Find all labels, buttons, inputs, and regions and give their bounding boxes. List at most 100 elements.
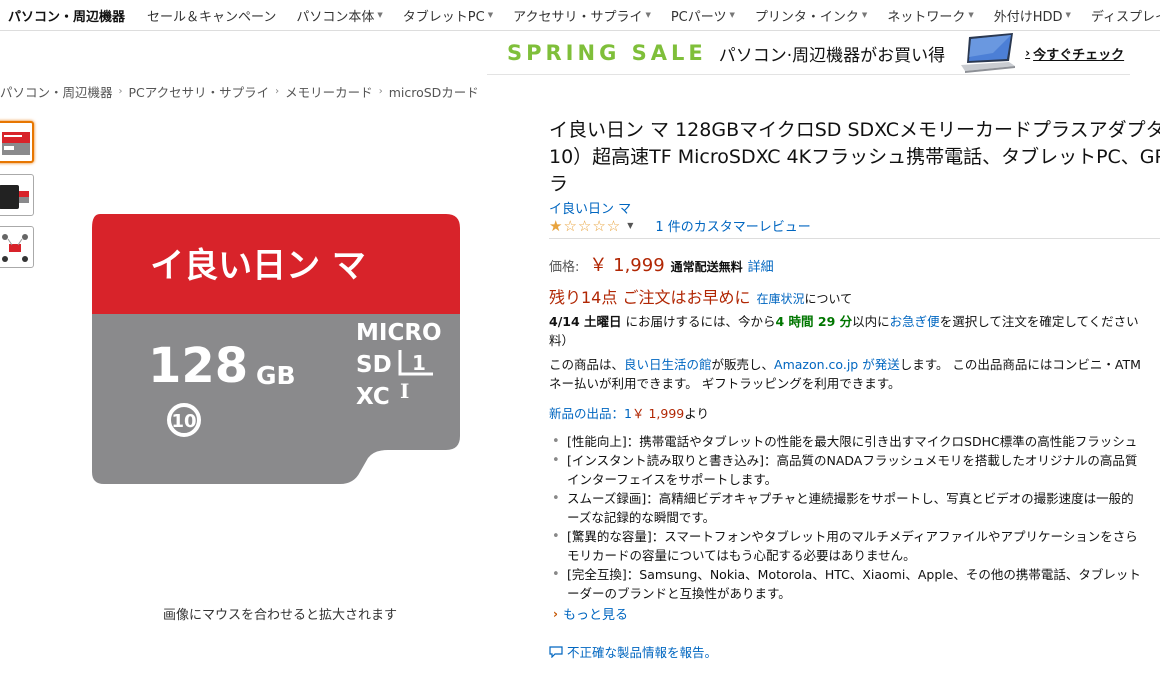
feature-bullet: スムーズ録画]：高精細ビデオキャプチャと連続撮影をサポートし、写真とビデオの撮影… [549, 489, 1160, 527]
chevron-right-icon: › [553, 606, 558, 621]
caret-down-icon: ▼ [487, 11, 494, 19]
feature-bullets: [性能向上]：携帯電話やタブレットの性能を最大限に引き出すマイクロSDHC標準の… [549, 432, 1160, 603]
nav-item-sale[interactable]: セール＆キャンペーン [147, 6, 276, 25]
nav-item-label: PCパーツ [670, 9, 727, 25]
seller-link[interactable]: 良い日生活の館 [624, 357, 712, 372]
breadcrumb-item-accessories[interactable]: PCアクセサリ・サプライ [129, 82, 270, 101]
check-now-link[interactable]: › 今すぐチェック [1025, 44, 1124, 63]
caret-down-icon[interactable]: ▼ [627, 221, 633, 230]
nav-item-pc-peripherals[interactable]: パソコン・周辺機器 [8, 6, 125, 25]
card-brand-text: イ良い日ン マ [150, 246, 366, 286]
delivery-line-2: 料） [549, 333, 575, 348]
card-capacity-text: 128 [148, 338, 248, 394]
stock-text: 残り14点 ご注文はお早めに [549, 288, 751, 307]
stock-tail: について [804, 292, 853, 306]
thumbnail-1[interactable] [0, 121, 34, 163]
see-more-link[interactable]: › もっと見る [553, 604, 628, 624]
caret-down-icon: ▼ [861, 11, 868, 19]
seller-line-1: この商品は、良い日生活の館が販売し、Amazon.co.jp が発送します。 こ… [549, 355, 1160, 374]
card-micro-text: MICRO [356, 320, 442, 346]
price-label: 価格: [549, 260, 580, 275]
seller-text: します。 この出品商品にはコンビニ・ATM [899, 357, 1141, 372]
feature-bullet: [完全互換]：Samsung、Nokia、Motorola、HTC、Xiaomi… [549, 565, 1160, 603]
title-line: 10）超高速TF MicroSDXC 4Kフラッシュ携帯電話、タブレットPC、G… [549, 146, 1160, 168]
nav-item-pc-body[interactable]: パソコン本体 ▼ [296, 6, 382, 25]
breadcrumb: パソコン・周辺機器 › PCアクセサリ・サプライ › メモリーカード › mic… [0, 82, 479, 101]
breadcrumb-item-microsd[interactable]: microSDカード [389, 82, 479, 101]
sale-subtitle: パソコン·周辺機器がお買い得 [718, 45, 946, 66]
spring-sale-banner[interactable]: SPRING SALE パソコン·周辺機器がお買い得 › 今すぐチェック [487, 32, 1130, 75]
brand-link[interactable]: イ良い日ン マ [549, 198, 631, 217]
caret-down-icon: ▼ [968, 11, 974, 19]
review-count-link[interactable]: 1 件のカスタマーレビュー [655, 216, 810, 235]
breadcrumb-separator-icon: › [275, 86, 280, 97]
new-offers-price: ￥ 1,999 [631, 406, 685, 421]
shipping-detail-link[interactable]: 詳細 [748, 256, 774, 275]
bullet-line: [完全互換]：Samsung、Nokia、Motorola、HTC、Xiaomi… [567, 567, 1141, 582]
breadcrumb-item-pc[interactable]: パソコン・周辺機器 [0, 82, 113, 101]
nav-item-pc-parts[interactable]: PCパーツ ▼ [671, 6, 735, 25]
delivery-text: を選択して注文を確定してください [939, 314, 1139, 329]
delivery-text: 以内に [852, 314, 890, 329]
bullet-line: ーズな記録的な瞬間です。 [567, 510, 716, 525]
laptop-icon [957, 33, 1017, 73]
caret-down-icon: ▼ [377, 11, 383, 19]
uhs-roman-icon: I [400, 379, 409, 403]
nav-item-label: 外付けHDD [993, 9, 1063, 25]
nav-item-display[interactable]: ディスプレイ▼ [1091, 6, 1160, 25]
delivery-info: 4/14 土曜日 にお届けするには、今から4 時間 29 分以内にお急ぎ便を選択… [549, 312, 1160, 350]
report-incorrect-info-link[interactable]: 不正確な製品情報を報告。 [549, 642, 717, 661]
stock-status-link[interactable]: 在庫状況 [756, 290, 804, 307]
caret-down-icon: ▼ [1065, 11, 1071, 19]
thumbnail-2[interactable] [0, 174, 34, 216]
bullet-line: [驚異的な容量]：スマートフォンやタブレット用のマルチメディアファイルやアプリケ… [567, 529, 1138, 544]
bullet-line: ーダーのブランドと互換性があります。 [567, 586, 791, 601]
seller-text: が販売し、 [711, 357, 775, 372]
bullet-line: スムーズ録画]：高精細ビデオキャプチャと連続撮影をサポートし、写真とビデオの撮影… [567, 491, 1134, 506]
see-more-label: もっと見る [562, 608, 628, 623]
chevron-right-icon: › [1025, 46, 1031, 60]
seller-line-2: ネー払いが利用できます。 ギフトラッピングを利用できます。 [549, 376, 901, 391]
nav-item-printer[interactable]: プリンタ・インク ▼ [755, 6, 867, 25]
bullet-line: [性能向上]：携帯電話やタブレットの性能を最大限に引き出すマイクロSDHC標準の… [567, 434, 1138, 449]
nav-item-accessories[interactable]: アクセサリ・サプライ ▼ [513, 6, 651, 25]
zoom-hint: 画像にマウスを合わせると拡大されます [162, 608, 397, 623]
nav-item-label: プリンタ・インク [754, 9, 859, 25]
sale-heading: SPRING SALE [507, 41, 707, 65]
delivery-line-1: 4/14 土曜日 にお届けするには、今から4 時間 29 分以内にお急ぎ便を選択… [549, 312, 1160, 331]
main-product-image[interactable]: イ良い日ン マ 128 GB 10 MICRO SD XC 1 I [88, 210, 463, 490]
price-value: ￥ 1,999 [589, 255, 665, 276]
delivery-text: にお届けするには、今から [621, 314, 776, 329]
caret-down-icon: ▼ [729, 11, 735, 19]
free-shipping-text: 通常配送無料 [670, 260, 743, 274]
bullet-line: モリカードの容量についてはもう心配する必要はありません。 [567, 548, 916, 563]
seller-text: この商品は、 [549, 357, 625, 372]
delivery-countdown: 4 時間 29 分 [775, 314, 853, 329]
card-xc-text: XC [356, 384, 390, 410]
feature-bullet: [インスタント読み取りと書き込み]：高品質のNADAフラッシュメモリを搭載したオ… [549, 451, 1160, 489]
star-rating-icon[interactable]: ★☆☆☆☆ [549, 217, 621, 235]
nav-item-label: セール＆キャンペーン [147, 9, 277, 25]
nav-item-label: パソコン本体 [296, 9, 375, 25]
breadcrumb-item-memory-card[interactable]: メモリーカード [285, 82, 373, 101]
express-shipping-link[interactable]: お急ぎ便 [890, 314, 940, 329]
fulfillment-link[interactable]: Amazon.co.jp が発送 [774, 357, 900, 372]
nav-item-label: アクセサリ・サプライ [513, 9, 643, 25]
title-line: イ良い日ン マ 128GBマイクロSD SDXCメモリーカードプラスアダプタ [549, 119, 1160, 141]
thumbnail-3[interactable] [0, 226, 34, 268]
rating-row: ★☆☆☆☆ ▼ 1 件のカスタマーレビュー [549, 216, 811, 236]
new-offers: 新品の出品：1￥ 1,999より [549, 403, 709, 422]
caret-down-icon: ▼ [645, 11, 651, 19]
nav-item-network[interactable]: ネットワーク ▼ [887, 6, 973, 25]
nav-item-tablet[interactable]: タブレットPC ▼ [403, 6, 493, 25]
new-offers-link[interactable]: 新品の出品：1 [549, 406, 632, 421]
report-label: 不正確な製品情報を報告。 [567, 645, 718, 660]
delivery-date: 4/14 土曜日 [549, 314, 622, 329]
feature-bullet: [驚異的な容量]：スマートフォンやタブレット用のマルチメディアファイルやアプリケ… [549, 527, 1160, 565]
nav-item-external-hdd[interactable]: 外付けHDD ▼ [994, 6, 1071, 25]
product-title: イ良い日ン マ 128GBマイクロSD SDXCメモリーカードプラスアダプタ 1… [549, 117, 1160, 198]
card-sd-text: SD [356, 352, 392, 378]
bullet-line: インターフェイスをサポートします。 [567, 472, 778, 487]
title-line: ラ [549, 173, 569, 195]
seller-info: この商品は、良い日生活の館が販売し、Amazon.co.jp が発送します。 こ… [549, 355, 1160, 393]
